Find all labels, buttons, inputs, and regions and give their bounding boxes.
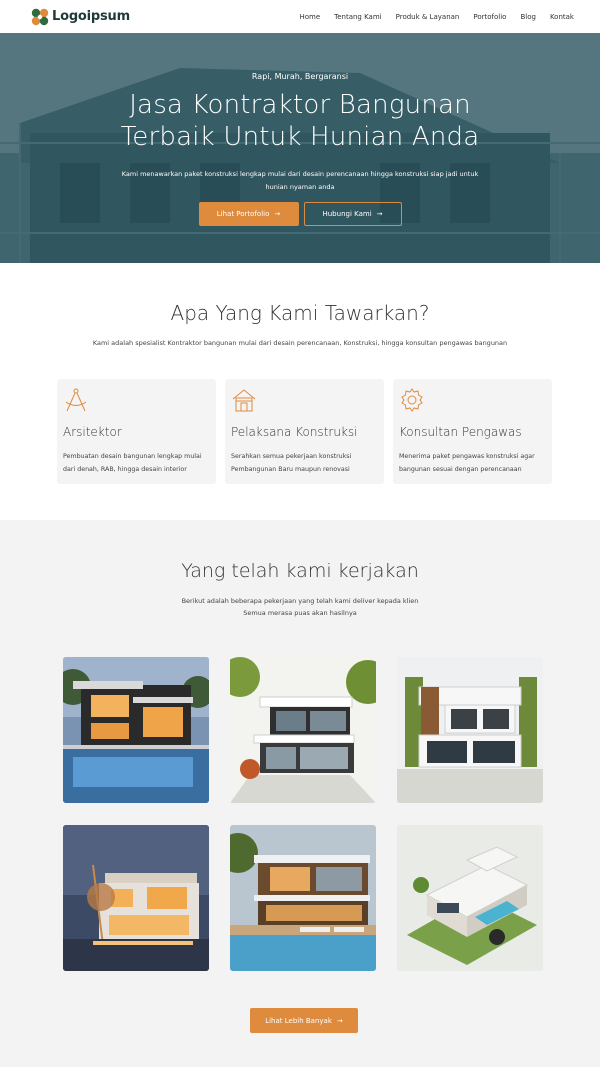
portfolio-image[interactable]	[63, 657, 209, 803]
lihat-portofolio-button[interactable]: Lihat Portofolio →	[198, 202, 299, 226]
arrow-right-icon: →	[376, 210, 383, 218]
portfolio-image[interactable]	[397, 657, 543, 803]
hubungi-kami-label: Hubungi Kami	[322, 210, 372, 218]
service-card-title: Pelaksana Konstruksi	[231, 425, 358, 439]
nav-portofolio[interactable]: Portofolio	[473, 13, 506, 21]
services-subtitle: Kami adalah spesialist Kontraktor bangun…	[92, 339, 508, 347]
gear-icon	[401, 388, 423, 412]
portfolio-image[interactable]	[230, 825, 376, 971]
nav-home[interactable]: Home	[299, 13, 320, 21]
service-card-desc: Pembuatan desain bangunan lengkap mulai …	[63, 453, 202, 473]
service-card-title: Konsultan Pengawas	[399, 425, 522, 439]
house-icon	[232, 389, 256, 412]
service-card-desc: Serahkan semua pekerjaan konstruksi Pemb…	[231, 453, 352, 473]
service-card-arsitektor[interactable]: Arsitektor Pembuatan desain bangunan len…	[57, 379, 216, 484]
nav-blog[interactable]: Blog	[520, 13, 535, 21]
compass-icon	[65, 388, 87, 412]
services-title: Apa Yang Kami Tawarkan?	[170, 301, 430, 325]
service-cards: Arsitektor Pembuatan desain bangunan len…	[57, 379, 552, 484]
service-card-title: Arsitektor	[63, 425, 122, 439]
lihat-lebih-banyak-label: Lihat Lebih Banyak	[265, 1016, 332, 1025]
top-navbar: Logoipsum Home Tentang Kami Produk & Lay…	[0, 0, 600, 33]
service-card-konsultan-pengawas[interactable]: Konsultan Pengawas Menerima paket pengaw…	[393, 379, 552, 484]
portfolio-title: Yang telah kami kerjakan	[181, 560, 419, 582]
hero-title: Jasa Kontraktor Bangunan Terbaik Untuk H…	[0, 89, 600, 153]
brand-logo[interactable]: Logoipsum	[31, 8, 130, 26]
service-card-pelaksana-konstruksi[interactable]: Pelaksana Konstruksi Serahkan semua peke…	[225, 379, 384, 484]
portfolio-image[interactable]	[397, 825, 543, 971]
hero-description: Kami menawarkan paket konstruksi lengkap…	[121, 170, 479, 191]
hero-buttons: Lihat Portofolio → Hubungi Kami →	[0, 202, 600, 226]
main-menu: Home Tentang Kami Produk & Layanan Porto…	[299, 13, 574, 21]
hero-title-line-2: Terbaik Untuk Hunian Anda	[120, 122, 480, 152]
portfolio-image[interactable]	[63, 825, 209, 971]
portfolio-grid	[63, 657, 543, 971]
brand-name: Logoipsum	[52, 9, 130, 24]
nav-kontak[interactable]: Kontak	[550, 13, 574, 21]
lihat-lebih-banyak-button[interactable]: Lihat Lebih Banyak →	[250, 1008, 358, 1033]
logo-icon	[31, 8, 49, 25]
services-section: Apa Yang Kami Tawarkan? Kami adalah spes…	[0, 263, 600, 520]
nav-produk-layanan[interactable]: Produk & Layanan	[396, 13, 460, 21]
arrow-right-icon: →	[274, 210, 281, 218]
hero-section: Rapi, Murah, Bergaransi Jasa Kontraktor …	[0, 33, 600, 263]
portfolio-subtitle: Berikut adalah beberapa pekerjaan yang t…	[0, 595, 600, 619]
portfolio-subtitle-line-1: Berikut adalah beberapa pekerjaan yang t…	[181, 597, 419, 605]
hero-tagline: Rapi, Murah, Bergaransi	[251, 72, 349, 81]
hubungi-kami-button[interactable]: Hubungi Kami →	[303, 202, 402, 226]
service-card-desc: Menerima paket pengawas konstruksi agar …	[399, 453, 535, 473]
hero-title-line-1: Jasa Kontraktor Bangunan	[129, 90, 471, 120]
lihat-portofolio-label: Lihat Portofolio	[216, 210, 270, 218]
portfolio-section: Yang telah kami kerjakan Berikut adalah …	[0, 520, 600, 1067]
nav-tentang-kami[interactable]: Tentang Kami	[334, 13, 382, 21]
portfolio-image[interactable]	[230, 657, 376, 803]
arrow-right-icon: →	[336, 1016, 343, 1025]
portfolio-subtitle-line-2: Semua merasa puas akan hasilnya	[243, 609, 357, 617]
